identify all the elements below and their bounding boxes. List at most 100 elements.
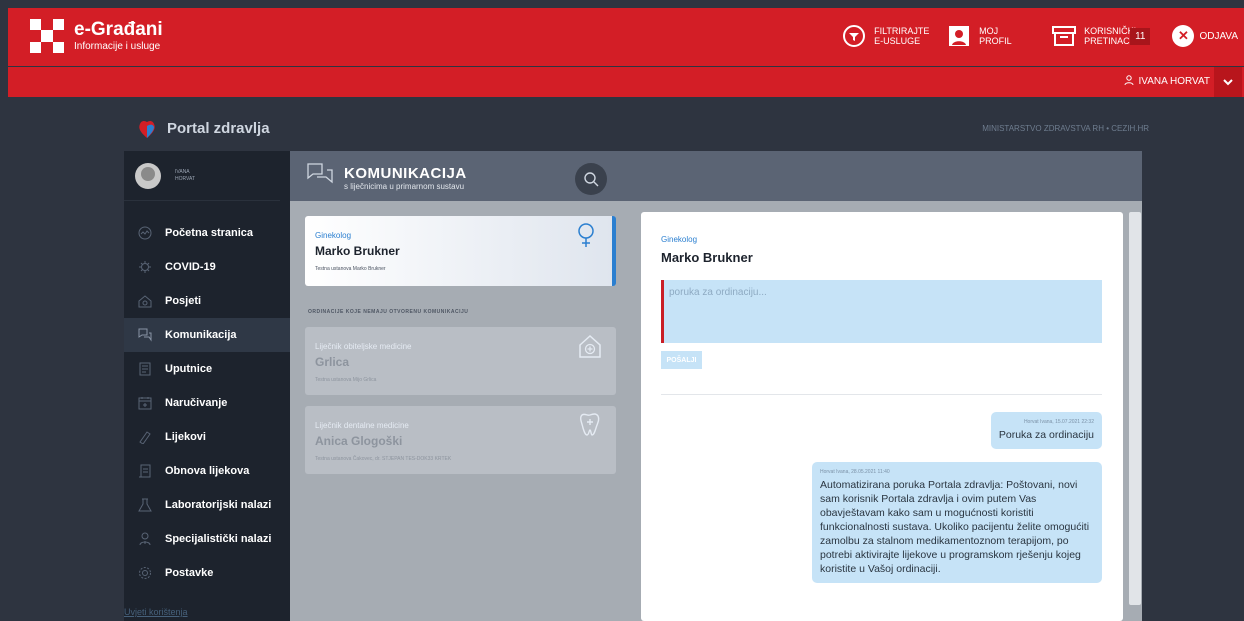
doctor-specialty: Liječnik obiteljske medicine (315, 342, 412, 351)
logout-button[interactable]: ✕ ODJAVA (1166, 25, 1244, 47)
doctor-name: Marko Brukner (315, 244, 400, 258)
home-icon (137, 225, 153, 241)
female-symbol-icon (578, 223, 594, 247)
flask-icon (137, 497, 153, 513)
sidebar-item-label: Specijalistički nalazi (165, 533, 272, 545)
sidebar-item-obnova-lijekova[interactable]: Obnova lijekova (124, 454, 290, 488)
portal-title-text: Portal zdravlja (167, 119, 270, 137)
filter-services-button[interactable]: FILTRIRAJTE E-USLUGE (831, 21, 930, 51)
sidebar-item-label: Početna stranica (165, 227, 254, 239)
page-title: KOMUNIKACIJA (344, 165, 467, 182)
profile-last-name: HORVAT (175, 175, 196, 182)
doctor-specialty: Liječnik dentalne medicine (315, 421, 409, 430)
sidebar-item-label: Obnova lijekova (165, 465, 250, 477)
brand-subtitle: Informacije i usluge (74, 40, 161, 52)
divider (661, 394, 1102, 395)
message-meta: Horvat Ivana, 28.05.2021 11:40 (820, 469, 890, 475)
doctor-list-panel: Ginekolog Marko Brukner Testna ustanova … (290, 201, 630, 621)
terms-link[interactable]: Uvjeti korištenja (124, 607, 188, 617)
user-name: IVANA HORVAT (1138, 76, 1211, 87)
tooth-icon (580, 413, 600, 436)
sidebar: IVANA HORVAT Početna stranica COVID-19 P… (124, 151, 290, 621)
sidebar-item-narucivanje[interactable]: Naručivanje (124, 386, 290, 420)
doctor-card-active[interactable]: Ginekolog Marko Brukner Testna ustanova … (305, 216, 616, 286)
doctor-icon (137, 531, 153, 547)
message-input[interactable] (661, 280, 1102, 343)
sidebar-item-label: Komunikacija (165, 329, 237, 341)
chat-doctor-name: Marko Brukner (661, 250, 753, 265)
checkerboard-logo-icon (30, 19, 64, 53)
message-bubble: Horvat Ivana, 28.05.2021 11:40 Automatiz… (812, 462, 1102, 583)
brand-logo-link[interactable]: e-Građani Informacije i usluge (30, 19, 163, 53)
sidebar-item-label: COVID-19 (165, 261, 216, 273)
inbox-count-badge: 11 (1130, 27, 1151, 45)
doctor-institution: Testna ustanova Čakovec, dr. STJEPAN TES… (315, 456, 452, 462)
portal-heart-logo-icon (139, 120, 155, 138)
doctor-name: Anica Glogoški (315, 434, 403, 448)
my-profile-button[interactable]: MOJ PROFIL (936, 21, 1033, 51)
sidebar-item-label: Uputnice (165, 363, 213, 375)
page-subtitle: s liječnicima u primarnom sustavu (344, 182, 465, 191)
inbox-button[interactable]: KORISNIČKI PRETINAC 11 (1041, 21, 1158, 51)
message-text: Automatizirana poruka Portala zdravlja: … (820, 479, 1090, 575)
filter-icon (839, 21, 869, 51)
search-icon (584, 172, 599, 187)
logout-label: ODJAVA (1199, 30, 1238, 42)
doctor-card[interactable]: Liječnik obiteljske medicine Grlica Test… (305, 327, 616, 395)
sidebar-item-specijalisticki[interactable]: Specijalistički nalazi (124, 522, 290, 556)
house-medical-icon (579, 334, 601, 358)
sidebar-item-postavke[interactable]: Postavke (124, 556, 290, 590)
inbox-label: KORISNIČKI PRETINAC (1084, 26, 1137, 46)
close-icon: ✕ (1172, 25, 1195, 47)
house-icon (137, 293, 153, 309)
sidebar-item-covid[interactable]: COVID-19 (124, 250, 290, 284)
sidebar-item-label: Laboratorijski nalazi (165, 499, 272, 511)
profile-first-name: IVANA (175, 168, 190, 175)
gear-icon (137, 565, 153, 581)
brand-title: e-Građani (74, 18, 163, 40)
doctor-institution: Testna ustanova Mijo Grlica (315, 377, 377, 383)
sidebar-item-label: Postavke (165, 567, 214, 579)
doctor-name: Grlica (315, 355, 350, 369)
sidebar-item-uputnice[interactable]: Uputnice (124, 352, 290, 386)
doctor-card[interactable]: Liječnik dentalne medicine Anica Glogošk… (305, 406, 616, 474)
content-header: KOMUNIKACIJA s liječnicima u primarnom s… (290, 151, 1142, 201)
search-button[interactable] (575, 163, 607, 195)
profile-icon (944, 21, 974, 51)
chat-icon (307, 163, 333, 184)
sidebar-item-lijekovi[interactable]: Lijekovi (124, 420, 290, 454)
user-menu[interactable]: IVANA HORVAT (1124, 75, 1211, 88)
doctor-specialty: Ginekolog (315, 231, 352, 240)
my-profile-label: MOJ PROFIL (979, 26, 1012, 46)
send-button[interactable]: POŠALJI (661, 351, 702, 369)
chat-doctor-specialty: Ginekolog (661, 235, 698, 244)
pill-icon (137, 429, 153, 445)
document-icon (137, 361, 153, 377)
avatar (135, 162, 161, 189)
filter-services-label: FILTRIRAJTE E-USLUGE (874, 26, 930, 46)
sidebar-profile[interactable]: IVANA HORVAT (124, 151, 280, 201)
virus-icon (137, 259, 153, 275)
sidebar-item-label: Lijekovi (165, 431, 206, 443)
chevron-down-icon[interactable] (1214, 67, 1242, 97)
sidebar-item-posjeti[interactable]: Posjeti (124, 284, 290, 318)
sidebar-item-pocetna[interactable]: Početna stranica (124, 216, 290, 250)
top-header: e-Građani Informacije i usluge FILTRIRAJ… (8, 8, 1244, 66)
sidebar-item-komunikacija[interactable]: Komunikacija (124, 318, 290, 352)
sidebar-item-label: Posjeti (165, 295, 202, 307)
inbox-icon (1049, 21, 1079, 51)
sidebar-item-laboratorijski[interactable]: Laboratorijski nalazi (124, 488, 290, 522)
message-meta: Horvat Ivana, 15.07.2021 22:32 (1023, 419, 1094, 425)
user-bar: IVANA HORVAT (8, 67, 1244, 97)
ministry-label: MINISTARSTVO ZDRAVSTVA RH • CEZIH.HR (982, 124, 1149, 133)
chat-icon (137, 327, 153, 343)
sidebar-item-label: Naručivanje (165, 397, 228, 409)
portal-title[interactable]: Portal zdravlja (137, 117, 270, 139)
chat-panel: Ginekolog Marko Brukner POŠALJI Horvat I… (641, 212, 1123, 621)
section-label: ORDINACIJE KOJE NEMAJU OTVORENU KOMUNIKA… (308, 309, 469, 315)
calendar-icon (137, 395, 153, 411)
scrollbar[interactable] (1129, 212, 1141, 605)
prescription-icon (137, 463, 153, 479)
doctor-institution: Testna ustanova Marko Brukner (315, 266, 386, 272)
message-text: Poruka za ordinaciju (998, 429, 1094, 441)
